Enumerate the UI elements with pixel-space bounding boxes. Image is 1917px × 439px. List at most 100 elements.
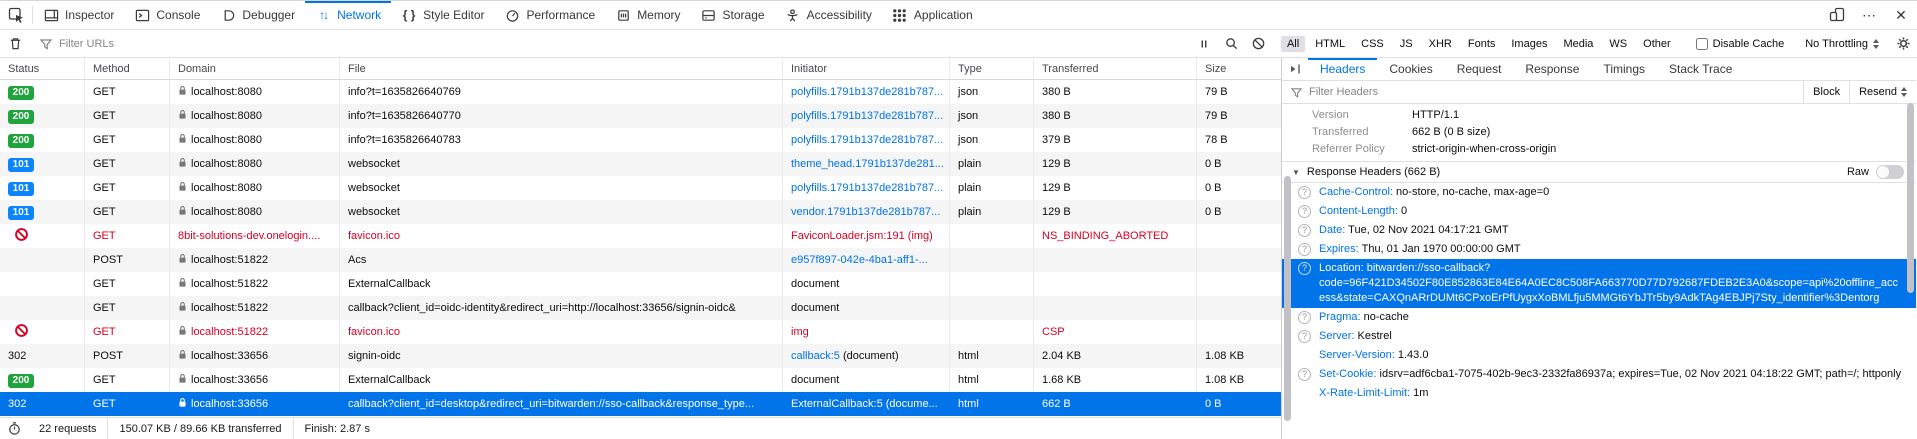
- performance-analysis-button[interactable]: [0, 418, 28, 439]
- column-header-transferred[interactable]: Transferred: [1034, 58, 1197, 79]
- column-header-method[interactable]: Method: [85, 58, 170, 79]
- transferred-cell: 380 B: [1034, 80, 1197, 104]
- initiator-link[interactable]: polyfills.1791b137de281b787...: [791, 134, 943, 146]
- network-request-row[interactable]: 101GETlocalhost:8080websocketpolyfills.1…: [0, 176, 1281, 200]
- clear-requests-button[interactable]: [0, 30, 30, 57]
- header-help-icon[interactable]: ?: [1298, 243, 1311, 256]
- type-filter-js[interactable]: JS: [1394, 36, 1419, 52]
- response-header-row[interactable]: ?Cache-Control: no-store, no-cache, max-…: [1282, 183, 1916, 202]
- resend-button[interactable]: Resend: [1849, 81, 1916, 103]
- response-header-row[interactable]: ?Pragma: no-cache: [1282, 308, 1916, 327]
- network-request-row[interactable]: GETlocalhost:51822favicon.icoimgCSP: [0, 320, 1281, 344]
- headers-scrollbar-thumb[interactable]: [1284, 176, 1291, 421]
- header-help-icon[interactable]: ?: [1298, 205, 1311, 218]
- initiator-link[interactable]: e957f897-042e-4ba1-aff1-...: [791, 254, 928, 266]
- details-tab-timings[interactable]: Timings: [1591, 58, 1657, 80]
- meatball-menu-button[interactable]: ⋯: [1853, 1, 1885, 29]
- disable-cache-checkbox[interactable]: [1696, 38, 1708, 50]
- toolbox-tab-console[interactable]: Console: [124, 1, 210, 29]
- response-header-row[interactable]: ?Server: Kestrel: [1282, 327, 1916, 346]
- type-filter-fonts[interactable]: Fonts: [1462, 36, 1502, 52]
- toolbox-tab-storage[interactable]: Storage: [691, 1, 775, 29]
- type-filter-media[interactable]: Media: [1557, 36, 1599, 52]
- pause-recording-button[interactable]: [1191, 30, 1218, 57]
- network-request-row[interactable]: 200GETlocalhost:8080info?t=1635826640783…: [0, 128, 1281, 152]
- column-header-domain[interactable]: Domain: [170, 58, 340, 79]
- network-request-row[interactable]: 200GETlocalhost:33656ExternalCallbackdoc…: [0, 368, 1281, 392]
- type-filter-html[interactable]: HTML: [1309, 36, 1351, 52]
- toolbox-tab-performance[interactable]: Performance: [494, 1, 605, 29]
- type-filter-ws[interactable]: WS: [1603, 36, 1633, 52]
- type-filter-css[interactable]: CSS: [1355, 36, 1390, 52]
- throttling-dropdown[interactable]: No Throttling: [1795, 30, 1889, 57]
- header-help-icon[interactable]: ?: [1298, 224, 1311, 237]
- network-request-row[interactable]: POSTlocalhost:51822Acse957f897-042e-4ba1…: [0, 248, 1281, 272]
- initiator-link[interactable]: polyfills.1791b137de281b787...: [791, 182, 943, 194]
- network-settings-button[interactable]: [1890, 30, 1917, 57]
- toolbox-tab-accessibility[interactable]: Accessibility: [775, 1, 882, 29]
- initiator-link[interactable]: polyfills.1791b137de281b787...: [791, 110, 943, 122]
- column-header-type[interactable]: Type: [950, 58, 1034, 79]
- toolbox-tab-application[interactable]: Application: [882, 1, 983, 29]
- network-request-row[interactable]: 101GETlocalhost:8080websocketvendor.1791…: [0, 200, 1281, 224]
- header-text: Expires: Thu, 01 Jan 1970 00:00:00 GMT: [1319, 242, 1521, 257]
- response-header-row[interactable]: ?Set-Cookie: idsrv=adf6cba1-7075-402b-9e…: [1282, 365, 1916, 384]
- column-header-initiator[interactable]: Initiator: [783, 58, 950, 79]
- network-request-row[interactable]: 200GETlocalhost:8080info?t=1635826640769…: [0, 80, 1281, 104]
- response-header-row[interactable]: ?Location: bitwarden://sso-callback?code…: [1282, 259, 1916, 308]
- initiator-link[interactable]: callback:5: [791, 350, 840, 362]
- status-cell: [0, 272, 85, 296]
- network-request-row[interactable]: 302POSTlocalhost:33656signin-oidccallbac…: [0, 344, 1281, 368]
- collapse-panel-button[interactable]: [1282, 58, 1308, 80]
- filter-headers-input[interactable]: [1309, 86, 1803, 98]
- network-request-row[interactable]: 101GETlocalhost:8080websockettheme_head.…: [0, 152, 1281, 176]
- domain-label: localhost:51822: [191, 326, 268, 338]
- initiator-link[interactable]: vendor.1791b137de281b787...: [791, 206, 940, 218]
- toolbox-tab-debugger[interactable]: Debugger: [210, 1, 305, 29]
- header-help-icon[interactable]: ?: [1298, 311, 1311, 324]
- response-header-row[interactable]: ?Date: Tue, 02 Nov 2021 04:17:21 GMT: [1282, 221, 1916, 240]
- type-filter-images[interactable]: Images: [1505, 36, 1553, 52]
- filter-urls-input[interactable]: [59, 38, 1191, 50]
- block-urls-button[interactable]: [1245, 30, 1272, 57]
- toolbox-tab-style-editor[interactable]: { }Style Editor: [391, 1, 494, 29]
- type-filter-all[interactable]: All: [1281, 36, 1305, 52]
- network-request-row[interactable]: 200GETlocalhost:8080info?t=1635826640770…: [0, 104, 1281, 128]
- response-header-row[interactable]: ?Content-Length: 0: [1282, 202, 1916, 221]
- initiator-link[interactable]: polyfills.1791b137de281b787...: [791, 86, 943, 98]
- network-request-row[interactable]: GET8bit-solutions-dev.onelogin....favico…: [0, 224, 1281, 248]
- responsive-design-button[interactable]: [1821, 1, 1853, 29]
- details-tab-cookies[interactable]: Cookies: [1377, 58, 1444, 80]
- network-request-row[interactable]: GETlocalhost:51822ExternalCallbackdocume…: [0, 272, 1281, 296]
- initiator-link[interactable]: theme_head.1791b137de281...: [791, 158, 944, 170]
- header-help-icon[interactable]: ?: [1298, 186, 1311, 199]
- toolbox-tab-memory[interactable]: Memory: [605, 1, 690, 29]
- search-button[interactable]: [1218, 30, 1245, 57]
- response-headers-section-header[interactable]: ▼ Response Headers (662 B) Raw: [1282, 161, 1916, 183]
- raw-toggle-switch[interactable]: [1876, 165, 1904, 179]
- response-header-row[interactable]: ?Server-Version: 1.43.0: [1282, 346, 1916, 365]
- details-tab-request[interactable]: Request: [1445, 58, 1514, 80]
- column-header-status[interactable]: Status: [0, 58, 85, 79]
- header-help-icon[interactable]: ?: [1298, 262, 1311, 275]
- toolbox-tab-network[interactable]: ↑↓Network: [305, 1, 391, 29]
- header-help-icon[interactable]: ?: [1298, 368, 1311, 381]
- panel-scrollbar-thumb[interactable]: [1907, 103, 1914, 293]
- type-filter-other[interactable]: Other: [1637, 36, 1677, 52]
- block-button[interactable]: Block: [1803, 81, 1849, 103]
- header-help-icon[interactable]: ?: [1298, 330, 1311, 343]
- network-request-row[interactable]: 302GETlocalhost:33656callback?client_id=…: [0, 392, 1281, 416]
- response-header-row[interactable]: ?X-Rate-Limit-Limit: 1m: [1282, 384, 1916, 403]
- type-filter-xhr[interactable]: XHR: [1423, 36, 1458, 52]
- network-request-row[interactable]: GETlocalhost:51822callback?client_id=oid…: [0, 296, 1281, 320]
- details-tab-response[interactable]: Response: [1513, 58, 1591, 80]
- element-picker-button[interactable]: [0, 1, 32, 29]
- funnel-icon: [1290, 86, 1303, 99]
- details-tab-headers[interactable]: Headers: [1308, 58, 1377, 80]
- column-header-size[interactable]: Size: [1197, 58, 1281, 79]
- details-tab-stack-trace[interactable]: Stack Trace: [1657, 58, 1744, 80]
- column-header-file[interactable]: File: [340, 58, 783, 79]
- response-header-row[interactable]: ? Expires: Thu, 01 Jan 1970 00:00:00 GMT: [1282, 240, 1916, 259]
- toolbox-tab-inspector[interactable]: Inspector: [33, 1, 124, 29]
- close-devtools-button[interactable]: ✕: [1885, 1, 1917, 29]
